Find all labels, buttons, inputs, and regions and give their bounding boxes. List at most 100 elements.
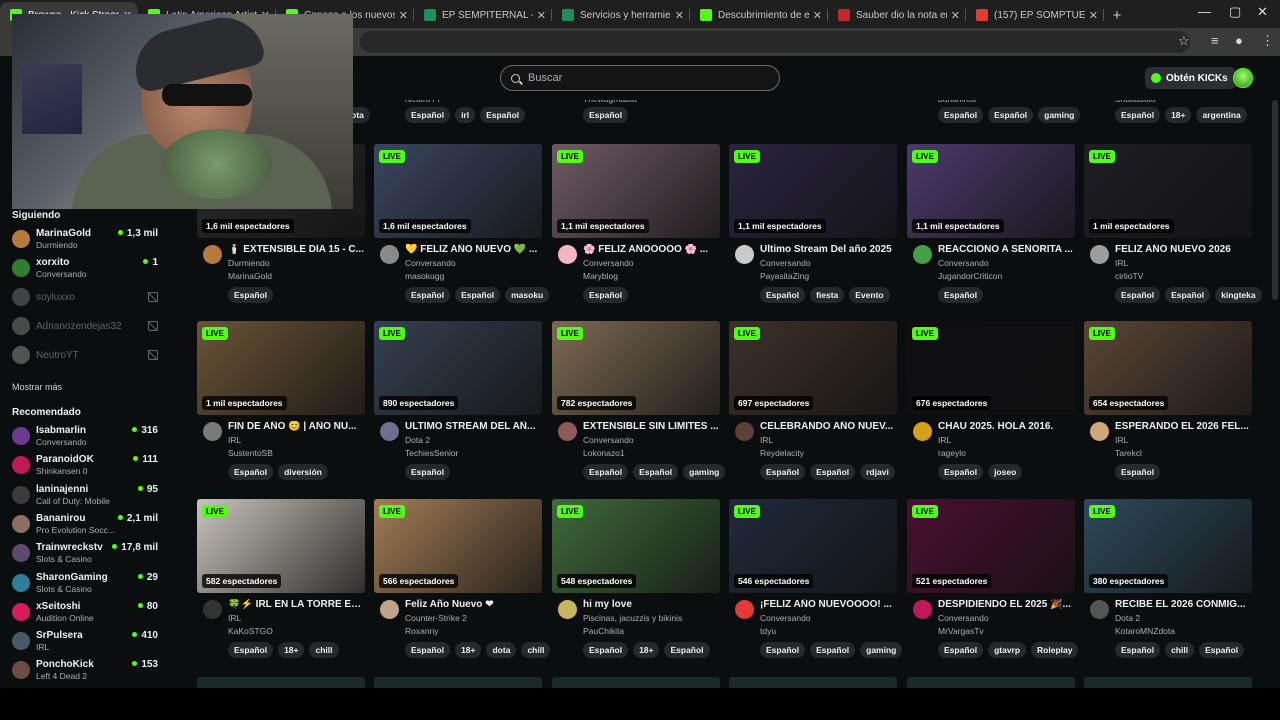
stream-thumbnail[interactable]: LIVE 1,1 mil espectadores <box>729 144 897 238</box>
stream-card[interactable]: LIVE 676 espectadores CHAU 2025. HOLA 2016… <box>907 321 1075 480</box>
stream-thumbnail[interactable]: LIVE 697 espectadores <box>729 321 897 415</box>
stream-category[interactable]: Dota 2 <box>1115 613 1140 623</box>
stream-tag[interactable]: Español <box>633 464 679 480</box>
stream-title[interactable]: ULTIMO STREAM DEL AÑ... <box>405 421 542 432</box>
sidebar-following-item[interactable]: xorxito Conversando 1 <box>12 256 162 282</box>
stream-card[interactable]: LIVE 1 mil espectadores FELIZ AÑO NUEVO 20… <box>1084 144 1262 303</box>
stream-title[interactable]: 🍀⚡ IRL EN LA TORRE EN... <box>228 599 365 610</box>
stream-thumbnail[interactable]: LIVE 782 espectadores <box>552 321 720 415</box>
channel-avatar[interactable] <box>735 245 754 264</box>
channel-avatar[interactable] <box>203 422 222 441</box>
new-tab-button[interactable]: + <box>1104 2 1130 28</box>
stream-thumbnail[interactable]: LIVE 582 espectadores <box>197 499 365 593</box>
stream-card[interactable]: LIVE 546 espectadores ¡FELIZ AÑO NUEVOOOO!… <box>729 499 903 658</box>
stream-tag[interactable]: Español <box>810 642 856 658</box>
stream-title[interactable]: RECIBE EL 2026 CONMIG... <box>1115 599 1252 610</box>
stream-channel-name[interactable]: Tarekcl <box>1115 448 1142 458</box>
stream-thumbnail[interactable]: LIVE 1 mil espectadores <box>197 321 365 415</box>
tab-close-icon[interactable]: ✕ <box>1089 9 1098 22</box>
sidebar-recommended-item[interactable]: SrPulsera IRL 410 <box>12 629 162 655</box>
stream-channel-name[interactable]: KaKoSTGO <box>228 626 273 636</box>
sidebar-recommended-item[interactable]: xSeitoshi Audition Online 80 <box>12 600 162 626</box>
stream-tag[interactable]: Español <box>1115 642 1161 658</box>
stream-tag[interactable]: dota <box>486 642 517 658</box>
browser-tab[interactable]: Servicios y herramientas c ✕ <box>552 2 690 28</box>
stream-tag[interactable]: Español <box>583 287 629 303</box>
channel-avatar[interactable] <box>735 600 754 619</box>
stream-channel-name[interactable]: tdyu <box>760 626 776 636</box>
stream-thumbnail[interactable]: LIVE 380 espectadores <box>1084 499 1252 593</box>
stream-tag[interactable]: joseo <box>988 464 1023 480</box>
stream-tag[interactable]: Español <box>938 464 984 480</box>
sidebar-following-item[interactable]: MarinaGold Durmiendo 1,3 mil <box>12 227 162 253</box>
minimize-button[interactable]: — <box>1198 4 1211 19</box>
channel-avatar[interactable] <box>380 245 399 264</box>
stream-tag[interactable]: chill <box>1165 642 1195 658</box>
address-bar[interactable] <box>360 31 1190 53</box>
stream-card[interactable]: LIVE 1,1 mil espectadores Ultimo Stream De… <box>729 144 897 303</box>
browser-tab[interactable]: Sauber dio la nota en 202 ✕ <box>828 2 966 28</box>
stream-tag[interactable]: Español <box>938 642 984 658</box>
stream-tag[interactable]: Español <box>583 464 629 480</box>
stream-channel-name[interactable]: Lokonazo1 <box>583 448 625 458</box>
stream-tag[interactable]: Español <box>405 287 451 303</box>
sidebar-recommended-item[interactable]: laninajenni Call of Duty: Mobile 95 <box>12 483 162 509</box>
stream-card[interactable]: LIVE 697 espectadores CELEBRANDO AÑO NUEV.… <box>729 321 897 480</box>
stream-category[interactable]: Dota 2 <box>405 435 430 445</box>
sidebar-recommended-item[interactable]: Trainwreckstv Slots & Casino 17,8 mil <box>12 541 162 567</box>
stream-tag[interactable]: diversión <box>278 464 328 480</box>
stream-card[interactable]: LIVE 521 espectadores DESPIDIENDO EL 2025 … <box>907 499 1079 658</box>
stream-tag[interactable]: fiesta <box>810 287 845 303</box>
stream-channel-name[interactable]: Reydelacity <box>760 448 804 458</box>
stream-channel-name[interactable]: cirlioTV <box>1115 271 1143 281</box>
stream-channel-name[interactable]: MarinaGold <box>228 271 272 281</box>
stream-title[interactable]: Ultimo Stream Del año 2025 <box>760 244 897 255</box>
search-bar[interactable] <box>500 65 780 91</box>
stream-tag[interactable]: Español <box>938 287 984 303</box>
stream-card[interactable]: LIVE 1,1 mil espectadores REACCIONO A SEÑO… <box>907 144 1075 303</box>
stream-tag[interactable]: chill <box>309 642 339 658</box>
stream-tag[interactable]: 18+ <box>278 642 305 658</box>
stream-card[interactable]: LIVE 1,1 mil espectadores 🌸 FELIZ AÑOOOOO … <box>552 144 720 303</box>
stream-tag[interactable]: chill <box>521 642 551 658</box>
stream-thumbnail[interactable]: LIVE 676 espectadores <box>907 321 1075 415</box>
stream-card[interactable]: LIVE 582 espectadores 🍀⚡ IRL EN LA TORRE E… <box>197 499 365 658</box>
search-input[interactable] <box>528 72 758 84</box>
reading-list-icon[interactable]: ≡ <box>1211 33 1219 48</box>
sidebar-recommended-item[interactable]: PonchoKick Left 4 Dead 2 153 <box>12 658 162 684</box>
stream-tag[interactable]: Español <box>664 642 710 658</box>
stream-category[interactable]: Conversando <box>938 258 989 268</box>
stream-tag[interactable]: 18+ <box>1165 107 1192 123</box>
stream-channel-name[interactable]: PayasitaZing <box>760 271 809 281</box>
stream-title[interactable]: ¡FELIZ AÑO NUEVOOOO! ... <box>760 599 897 610</box>
stream-tag[interactable]: Evento <box>849 287 890 303</box>
stream-thumbnail[interactable]: LIVE 1,6 mil espectadores <box>374 144 542 238</box>
stream-tag[interactable]: argentina <box>1196 107 1247 123</box>
stream-title[interactable]: Feliz Año Nuevo ❤ <box>405 599 542 610</box>
sidebar-recommended-item[interactable]: SharonGaming Slots & Casino 29 <box>12 571 162 597</box>
stream-title[interactable]: FIN DE AÑO 😊 | AÑO NU... <box>228 421 365 432</box>
stream-title[interactable]: 💛 FELIZ AÑO NUEVO 💚 ... <box>405 244 542 255</box>
stream-tag[interactable]: Español <box>1115 287 1161 303</box>
stream-tag[interactable]: 18+ <box>633 642 660 658</box>
channel-avatar[interactable] <box>913 600 932 619</box>
stream-category[interactable]: Conversando <box>938 613 989 623</box>
stream-category[interactable]: IRL <box>228 435 241 445</box>
channel-avatar[interactable] <box>558 245 577 264</box>
channel-avatar[interactable] <box>1090 600 1109 619</box>
stream-channel-name[interactable]: Roxanny <box>405 626 439 636</box>
channel-avatar[interactable] <box>203 600 222 619</box>
stream-category[interactable]: Conversando <box>760 613 811 623</box>
sidebar-recommended-item[interactable]: ParanoidOK Shinkansen 0 111 <box>12 453 162 479</box>
stream-category[interactable]: Conversando <box>760 258 811 268</box>
channel-avatar[interactable] <box>380 422 399 441</box>
stream-tag[interactable]: gaming <box>1038 107 1081 123</box>
show-more-link[interactable]: Mostrar más <box>12 382 62 392</box>
stream-tag[interactable]: rdjavi <box>860 464 895 480</box>
stream-channel-name[interactable]: TechiesSenior <box>405 448 458 458</box>
stream-card[interactable]: LIVE 380 espectadores RECIBE EL 2026 CONMI… <box>1084 499 1252 658</box>
tab-close-icon[interactable]: ✕ <box>537 9 546 22</box>
channel-avatar[interactable] <box>913 422 932 441</box>
stream-thumbnail[interactable]: LIVE 1 mil espectadores <box>1084 144 1252 238</box>
stream-title[interactable]: ESPERANDO EL 2026 FEL... <box>1115 421 1252 432</box>
